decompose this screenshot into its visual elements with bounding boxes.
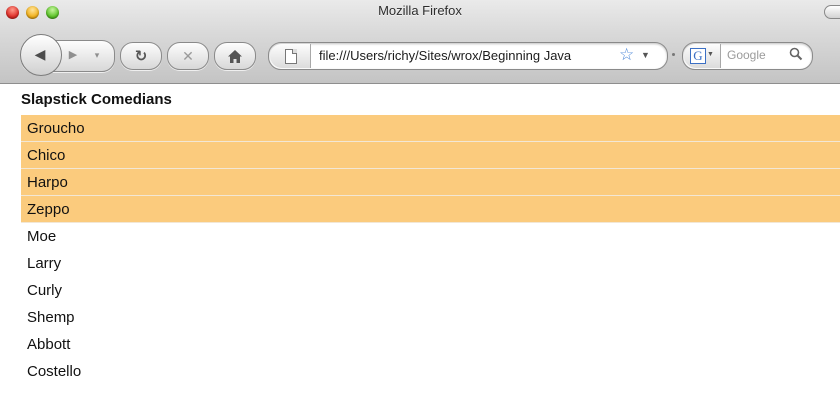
google-icon: G xyxy=(690,48,706,64)
search-engine-selector[interactable]: G ▼ xyxy=(684,44,721,68)
home-button[interactable] xyxy=(214,42,256,70)
comedian-list: Groucho Chico Harpo Zeppo Moe Larry Curly Shemp… xyxy=(21,115,840,385)
reload-icon: ↻ xyxy=(134,47,148,65)
list-item: Shemp xyxy=(27,309,75,326)
engine-dropdown-icon: ▼ xyxy=(707,51,714,58)
url-text[interactable]: file:///Users/richy/Sites/wrox/Beginning… xyxy=(319,48,627,63)
list-item: Curly xyxy=(27,282,63,299)
forward-button[interactable]: ▶ xyxy=(62,42,84,68)
back-arrow-icon: ◀ xyxy=(34,46,46,62)
page-content: Slapstick Comedians Groucho Chico Harpo Zep… xyxy=(0,84,840,394)
toolbar-separator xyxy=(672,53,675,56)
history-dropdown-icon[interactable]: ▾ xyxy=(88,42,106,68)
page-heading: Slapstick Comedians xyxy=(21,91,172,108)
reload-button[interactable]: ↻ xyxy=(120,42,162,70)
address-bar[interactable]: file:///Users/richy/Sites/wrox/Beginning… xyxy=(268,42,668,70)
page-icon xyxy=(285,49,297,64)
search-placeholder[interactable]: Google xyxy=(727,48,766,62)
home-icon xyxy=(215,43,255,69)
list-item: Harpo xyxy=(21,169,840,196)
list-item: Costello xyxy=(27,363,82,380)
url-dropdown-icon[interactable]: ▼ xyxy=(641,50,650,60)
toolbar-toggle-button[interactable] xyxy=(824,5,840,19)
search-bar[interactable]: G ▼ Google xyxy=(682,42,813,70)
list-item: Abbott xyxy=(27,336,71,353)
stop-icon: ✕ xyxy=(182,48,194,64)
list-item: Zeppo xyxy=(21,196,840,223)
magnifier-icon[interactable] xyxy=(789,47,803,61)
list-item: Larry xyxy=(27,255,62,272)
star-icon[interactable]: ☆ xyxy=(619,46,634,63)
site-identity-button[interactable] xyxy=(270,44,311,68)
list-item: Moe xyxy=(27,228,57,245)
browser-toolbar: Mozilla Firefox ◀ ▶ ▾ ↻ ✕ file:///Users/… xyxy=(0,0,840,84)
list-item: Groucho xyxy=(21,115,840,142)
list-item: Chico xyxy=(21,142,840,169)
window-title: Mozilla Firefox xyxy=(378,3,462,18)
stop-button[interactable]: ✕ xyxy=(167,42,209,70)
browser-window: Mozilla Firefox ◀ ▶ ▾ ↻ ✕ file:///Users/… xyxy=(0,0,840,394)
